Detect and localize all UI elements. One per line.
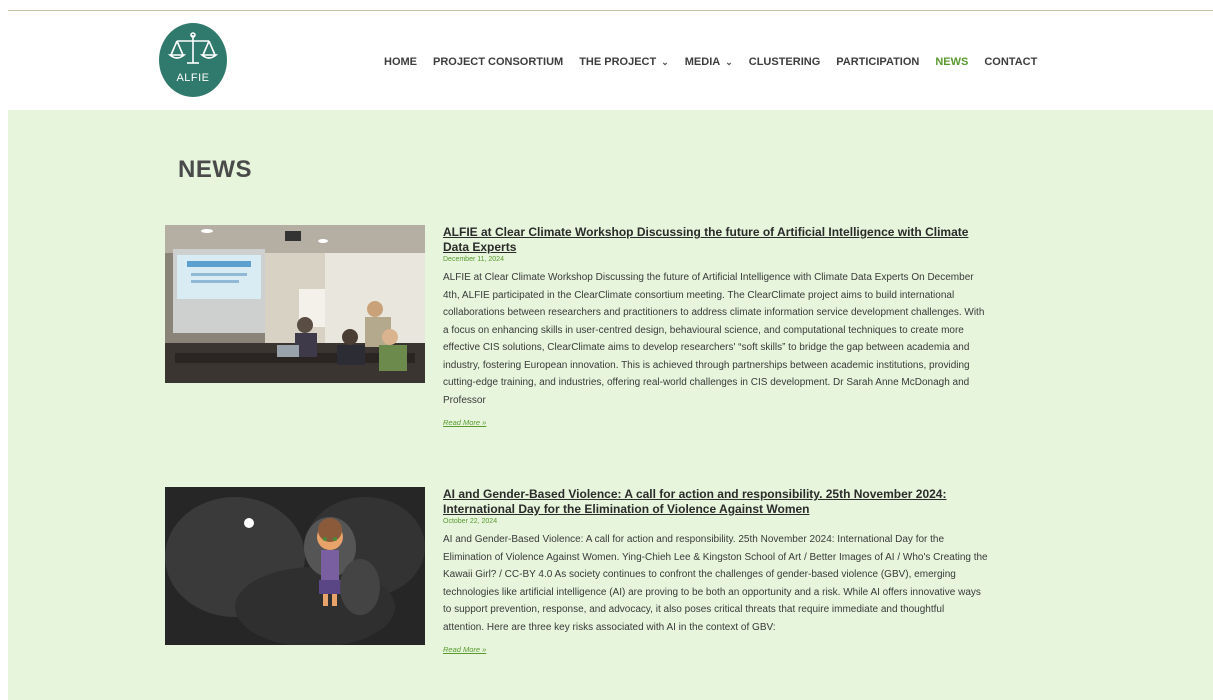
post-excerpt: ALFIE at Clear Climate Workshop Discussi…	[443, 272, 985, 406]
logo-text: ALFIE	[176, 72, 210, 84]
nav-item-project-consortium[interactable]: PROJECT CONSORTIUM	[433, 56, 563, 68]
page-title: NEWS	[178, 156, 252, 183]
post-thumbnail-kawaii-figure[interactable]	[165, 487, 425, 645]
nav-item-label: CONTACT	[984, 56, 1038, 68]
post-date: December 11, 2024	[443, 256, 504, 263]
nav-item-label: THE PROJECT	[579, 56, 657, 68]
nav-item-contact[interactable]: CONTACT	[984, 56, 1037, 68]
kawaii-figure-image	[165, 487, 425, 645]
nav-item-label: CLUSTERING	[748, 56, 821, 68]
nav-item-label: PROJECT CONSORTIUM	[433, 56, 564, 68]
post-thumbnail-workshop-photo[interactable]	[165, 225, 425, 383]
nav-item-label: PARTICIPATION	[836, 56, 920, 68]
post-excerpt: AI and Gender-Based Violence: A call for…	[443, 534, 988, 633]
nav-item-home[interactable]: HOME	[384, 56, 417, 68]
post-title-link[interactable]: AI and Gender-Based Violence: A call for…	[443, 487, 988, 517]
nav-item-label: HOME	[384, 56, 417, 68]
read-more-link[interactable]: Read More »	[443, 418, 988, 427]
chevron-down-icon: ⌄	[725, 56, 733, 67]
scales-of-justice-icon	[167, 32, 219, 64]
nav-item-participation[interactable]: PARTICIPATION	[836, 56, 919, 68]
nav-item-news[interactable]: NEWS	[935, 56, 968, 68]
read-more-link[interactable]: Read More »	[443, 645, 988, 654]
post-date: October 22, 2024	[443, 518, 498, 525]
main-content: NEWS ALFIE at Clear Climate Workshop Dis…	[8, 110, 1213, 700]
post-body: ALFIE at Clear Climate Workshop Discussi…	[443, 225, 988, 427]
main-nav: HOME PROJECT CONSORTIUM THE PROJECT ⌄ MED…	[384, 54, 1053, 70]
nav-item-label: NEWS	[935, 56, 969, 68]
workshop-photo	[165, 225, 425, 383]
nav-item-label: MEDIA	[684, 56, 721, 68]
nav-item-clustering[interactable]: CLUSTERING	[749, 56, 821, 68]
nav-item-the-project[interactable]: THE PROJECT ⌄	[579, 56, 669, 68]
site-logo[interactable]: ALFIE	[159, 23, 227, 97]
nav-item-media[interactable]: MEDIA ⌄	[685, 56, 733, 68]
chevron-down-icon: ⌄	[661, 56, 669, 67]
post-title-link[interactable]: ALFIE at Clear Climate Workshop Discussi…	[443, 225, 988, 255]
post-body: AI and Gender-Based Violence: A call for…	[443, 487, 988, 654]
site-header: ALFIE HOME PROJECT CONSORTIUM THE PROJEC…	[8, 11, 1213, 110]
